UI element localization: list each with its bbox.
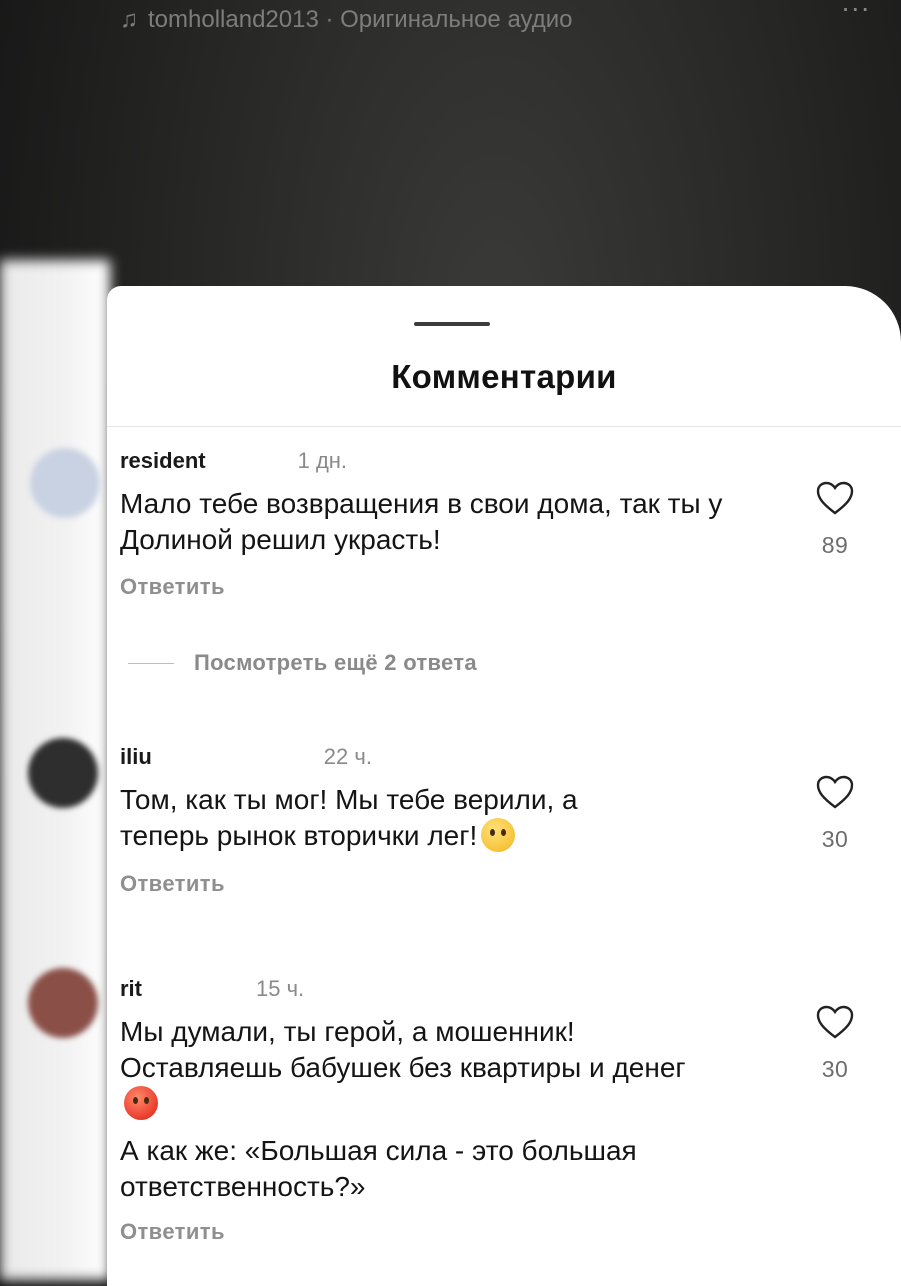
avatar-rit[interactable] bbox=[28, 968, 98, 1038]
more-options-icon[interactable]: ... bbox=[842, 0, 871, 18]
comment-line: Мало тебе возвращения в свои дома, так т… bbox=[120, 488, 723, 555]
comment-time: 22 ч. bbox=[323, 744, 372, 769]
heart-icon[interactable] bbox=[815, 1004, 855, 1040]
like-count: 30 bbox=[821, 1056, 849, 1082]
audio-attribution[interactable]: ♫ tomholland2013 · Оригинальное аудио bbox=[120, 4, 572, 36]
like-control: 30 bbox=[810, 1004, 860, 1083]
reply-button[interactable]: Ответить bbox=[120, 1219, 225, 1245]
like-control: 89 bbox=[810, 480, 860, 559]
reply-button[interactable]: Ответить bbox=[120, 574, 225, 600]
comment-line: Том, как ты мог! Мы тебе верили, а тепер… bbox=[120, 782, 600, 855]
comment-line: Мы думали, ты герой, а мошенник! Оставля… bbox=[120, 1014, 720, 1123]
music-note-icon: ♫ bbox=[120, 6, 138, 33]
comment-text: Том, как ты мог! Мы тебе верили, а тепер… bbox=[120, 782, 600, 855]
comment-line: А как же: «Большая сила - это большая от… bbox=[120, 1134, 637, 1202]
username-redaction bbox=[205, 446, 298, 468]
audio-label: tomholland2013 · Оригинальное аудио bbox=[148, 6, 573, 33]
view-more-replies-label: Посмотреть ещё 2 ответа bbox=[194, 650, 477, 675]
username-redaction bbox=[151, 742, 324, 764]
angry-face-icon bbox=[124, 1085, 158, 1120]
comment-line-text: Мы думали, ты герой, а мошенник! Оставля… bbox=[120, 1016, 686, 1083]
heart-icon[interactable] bbox=[815, 774, 855, 810]
comment-text: Мало тебе возвращения в свои дома, так т… bbox=[120, 486, 780, 558]
drag-handle[interactable] bbox=[414, 322, 490, 326]
comment-time: 1 дн. bbox=[297, 448, 348, 473]
avatar-iliu[interactable] bbox=[28, 738, 98, 808]
like-count: 89 bbox=[821, 532, 849, 558]
comment-item: rit 15 ч. Мы думали, ты герой, а мошенни… bbox=[120, 974, 900, 1245]
like-control: 30 bbox=[810, 774, 860, 853]
sheet-title: Комментарии bbox=[391, 358, 617, 395]
comment-username[interactable]: rit bbox=[120, 976, 142, 1002]
comment-text: Мы думали, ты герой, а мошенник! Оставля… bbox=[120, 1014, 720, 1205]
reply-button[interactable]: Ответить bbox=[120, 871, 225, 897]
comment-item: resident 1 дн. Мало тебе возвращения в с… bbox=[120, 446, 900, 600]
username-redaction bbox=[142, 974, 256, 996]
avatar-resident[interactable] bbox=[30, 448, 100, 518]
comment-username[interactable]: iliu bbox=[120, 744, 152, 770]
comment-username[interactable]: resident bbox=[120, 448, 206, 474]
like-count: 30 bbox=[821, 826, 849, 852]
divider bbox=[107, 426, 901, 427]
astonished-face-icon bbox=[481, 817, 516, 852]
comment-item: iliu 22 ч. Том, как ты мог! Мы тебе вери… bbox=[120, 742, 900, 897]
comment-time: 15 ч. bbox=[256, 976, 305, 1001]
heart-icon[interactable] bbox=[815, 480, 855, 516]
thread-line bbox=[128, 662, 174, 664]
view-more-replies-link[interactable]: Посмотреть ещё 2 ответа bbox=[128, 650, 477, 676]
